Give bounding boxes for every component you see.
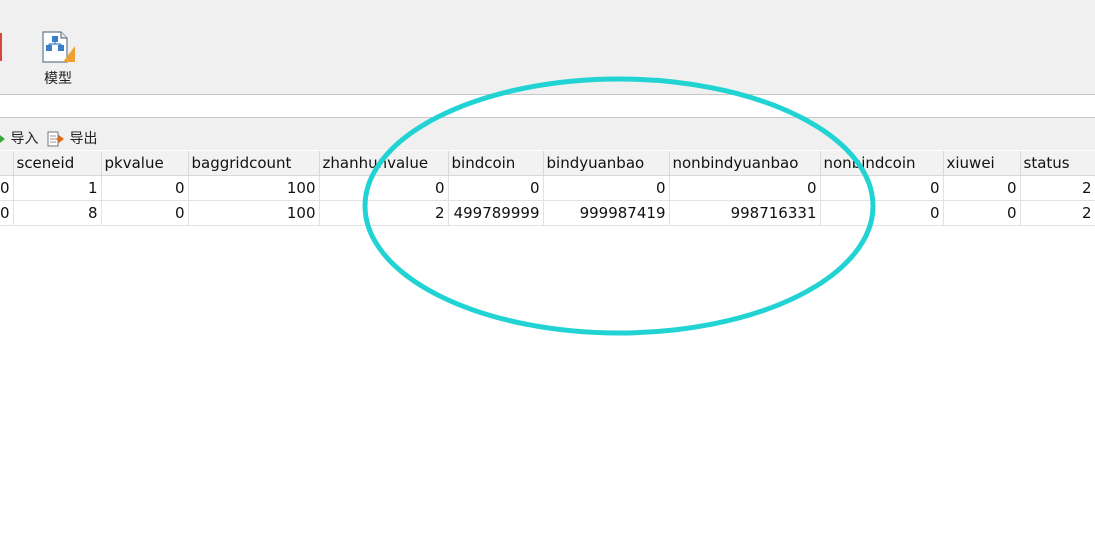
table-row[interactable]: 0 8 0 100 2 499789999 999987419 99871633… bbox=[0, 200, 1095, 226]
model-button[interactable]: 模型 bbox=[34, 28, 84, 90]
table-cell[interactable]: 2 bbox=[1020, 200, 1095, 226]
import-label: 导入 bbox=[10, 131, 39, 147]
table-cell[interactable]: 100 bbox=[188, 175, 320, 201]
table-cell[interactable]: 0 bbox=[820, 200, 944, 226]
column-header[interactable]: nonbindyuanbao bbox=[669, 151, 821, 176]
export-icon bbox=[47, 131, 64, 147]
table-cell[interactable]: 0 bbox=[101, 175, 189, 201]
table-cell[interactable]: 0 bbox=[820, 175, 944, 201]
table-cell[interactable]: 0 bbox=[101, 200, 189, 226]
export-button[interactable]: 导出 bbox=[47, 130, 97, 148]
import-button[interactable]: 导入 bbox=[0, 130, 38, 148]
column-header[interactable]: baggridcount bbox=[188, 151, 320, 176]
table-cell[interactable]: 2 bbox=[1020, 175, 1095, 201]
data-grid: sceneid pkvalue baggridcount zhanhunvalu… bbox=[0, 151, 1095, 226]
column-header[interactable]: xiuwei bbox=[943, 151, 1021, 176]
column-header[interactable]: nonbindcoin bbox=[820, 151, 944, 176]
table-cell[interactable]: 8 bbox=[13, 200, 102, 226]
table-cell[interactable]: 998716331 bbox=[669, 200, 821, 226]
grid-header-row: sceneid pkvalue baggridcount zhanhunvalu… bbox=[0, 151, 1095, 176]
import-arrow-icon bbox=[0, 135, 5, 143]
ribbon-toolbar: 模型 bbox=[0, 0, 1095, 95]
table-cell[interactable]: 0 bbox=[543, 175, 670, 201]
table-cell[interactable]: 0 bbox=[943, 200, 1021, 226]
table-cell[interactable]: 0 bbox=[319, 175, 449, 201]
model-icon bbox=[42, 31, 75, 63]
column-header[interactable]: sceneid bbox=[13, 151, 102, 176]
action-bar: 导入 导出 bbox=[0, 118, 1095, 150]
export-label: 导出 bbox=[69, 131, 98, 147]
table-cell[interactable]: 2 bbox=[319, 200, 449, 226]
column-header[interactable]: bindyuanbao bbox=[543, 151, 670, 176]
table-cell[interactable]: 0 bbox=[0, 175, 14, 201]
table-cell[interactable]: 1 bbox=[13, 175, 102, 201]
table-cell[interactable]: 499789999 bbox=[448, 200, 544, 226]
table-row[interactable]: 0 1 0 100 0 0 0 0 0 0 2 bbox=[0, 175, 1095, 201]
model-label: 模型 bbox=[44, 71, 72, 87]
column-header[interactable]: zhanhunvalue bbox=[319, 151, 449, 176]
table-cell[interactable]: 0 bbox=[943, 175, 1021, 201]
table-cell[interactable]: 0 bbox=[0, 200, 14, 226]
table-cell[interactable]: 0 bbox=[669, 175, 821, 201]
column-header[interactable]: bindcoin bbox=[448, 151, 544, 176]
partial-toolbar-icon[interactable] bbox=[0, 33, 2, 61]
column-header[interactable] bbox=[0, 151, 14, 176]
column-header[interactable]: status bbox=[1020, 151, 1095, 176]
filter-bar[interactable] bbox=[0, 95, 1095, 118]
column-header[interactable]: pkvalue bbox=[101, 151, 189, 176]
table-cell[interactable]: 999987419 bbox=[543, 200, 670, 226]
table-cell[interactable]: 100 bbox=[188, 200, 320, 226]
table-cell[interactable]: 0 bbox=[448, 175, 544, 201]
